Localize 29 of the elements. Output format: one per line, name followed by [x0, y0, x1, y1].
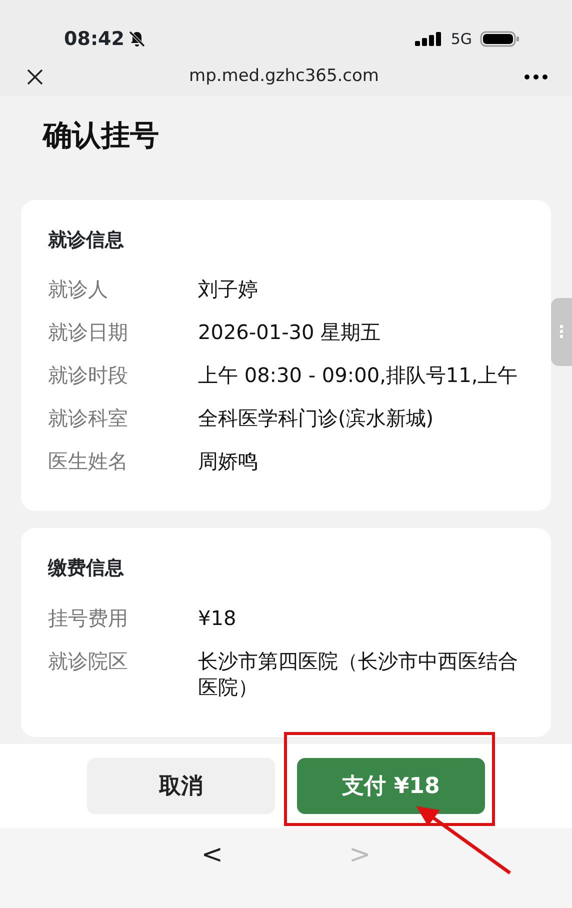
- field-value: 长沙市第四医院（长沙市中西医结合医院）: [198, 648, 519, 700]
- signal-icon: [414, 32, 443, 46]
- more-icon[interactable]: [524, 74, 548, 80]
- close-icon[interactable]: [26, 68, 44, 86]
- card-heading: 就诊信息: [48, 228, 125, 252]
- page-url: mp.med.gzhc365.com: [188, 65, 380, 88]
- field-value: ¥18: [198, 604, 236, 630]
- field-value: 全科医学科门诊(滨水新城): [198, 405, 434, 431]
- field-value: 2026-01-30 星期五: [198, 319, 381, 345]
- card-heading: 缴费信息: [48, 556, 125, 581]
- field-label: 挂号费用: [48, 604, 129, 630]
- side-handle[interactable]: [551, 298, 572, 366]
- field-label: 医生姓名: [48, 448, 129, 474]
- field-value: 周娇鸣: [198, 448, 258, 474]
- field-label: 就诊日期: [48, 319, 129, 345]
- field-label: 就诊科室: [48, 405, 129, 431]
- battery-icon: [480, 31, 520, 47]
- status-time: 08:42: [64, 26, 124, 52]
- field-label: 就诊人: [48, 276, 109, 302]
- field-label: 就诊时段: [48, 362, 129, 388]
- network-label: 5G: [450, 28, 472, 50]
- bell-muted-icon: [128, 30, 146, 48]
- page-title: 确认挂号: [43, 117, 160, 154]
- cancel-button[interactable]: 取消: [87, 758, 275, 814]
- pay-button[interactable]: 支付 ¥18: [297, 758, 485, 814]
- field-value: 上午 08:30 - 09:00,排队号11,上午: [198, 362, 518, 388]
- field-label: 就诊院区: [48, 648, 129, 674]
- field-value: 刘子婷: [198, 276, 258, 302]
- back-button[interactable]: <: [193, 836, 231, 872]
